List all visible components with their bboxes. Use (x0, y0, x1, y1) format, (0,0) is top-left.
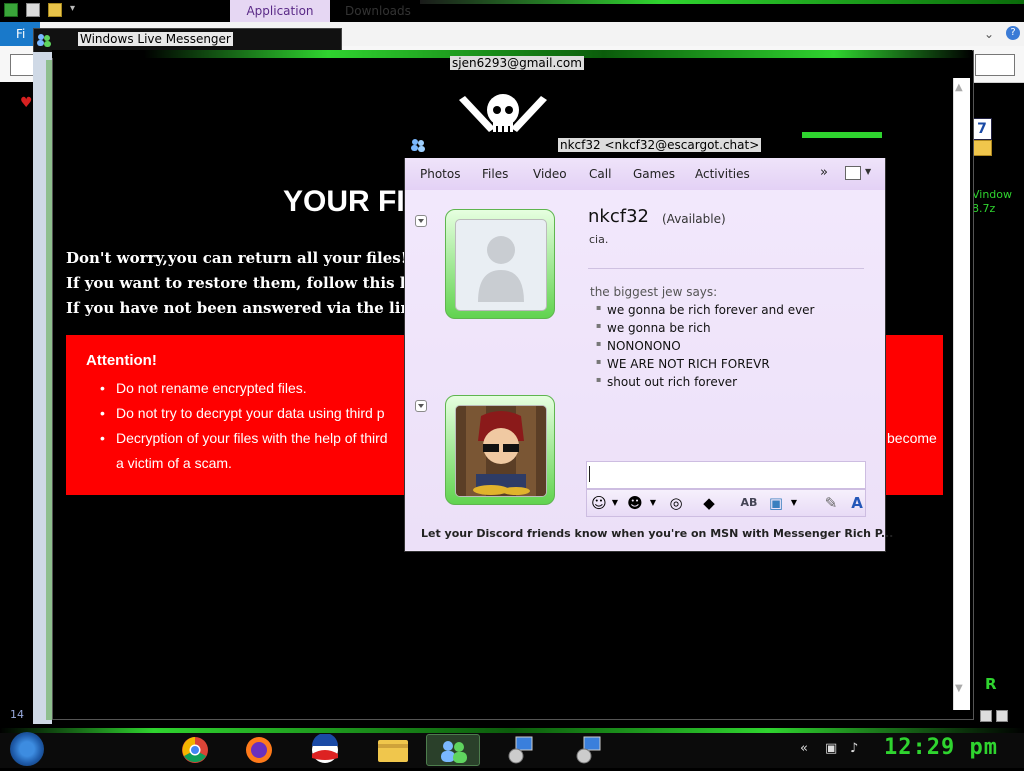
voice-clip-icon[interactable]: ◆ (700, 494, 718, 512)
ransom-line-2: If you want to restore them, follow this… (66, 274, 438, 292)
font-icon[interactable]: A (848, 494, 866, 512)
tray-logo-text: R (985, 675, 997, 693)
collapse-contact-icon[interactable] (415, 215, 427, 227)
start-button[interactable] (10, 732, 44, 766)
desktop-7zip-icon[interactable]: 7 (972, 118, 992, 140)
status-item-count: 14 (10, 708, 24, 721)
toolbar-photos[interactable]: Photos (420, 167, 460, 181)
help-icon[interactable]: ? (1006, 26, 1020, 40)
toolbar-games[interactable]: Games (633, 167, 675, 181)
input-caret (589, 466, 590, 482)
attention-item-2: Do not try to decrypt your data using th… (100, 405, 384, 421)
wink-dropdown-icon[interactable]: ▼ (644, 494, 662, 512)
firefox-icon (246, 737, 272, 763)
search-input[interactable] (975, 54, 1015, 76)
wink-icon[interactable]: ☻ (626, 494, 644, 512)
default-user-icon (478, 236, 524, 302)
taskbar-messenger[interactable] (426, 734, 480, 766)
explorer-nav-pane (0, 82, 34, 732)
handwriting-icon[interactable]: AB (740, 494, 758, 512)
pen-icon[interactable]: ✎ (822, 494, 840, 512)
top-strip (0, 0, 1024, 22)
toolbar-call[interactable]: Call (589, 167, 611, 181)
taskbar-explorer[interactable] (366, 734, 420, 766)
self-avatar[interactable] (445, 395, 555, 505)
scroll-up-icon[interactable]: ▲ (955, 82, 963, 93)
emoticon-dropdown-icon[interactable]: ▼ (606, 494, 624, 512)
avatar-picture-icon (456, 406, 546, 496)
message-input[interactable] (586, 461, 866, 489)
skull-crossbones-icon (459, 94, 547, 132)
message-line: we gonna be rich forever and ever (596, 303, 815, 317)
volume-icon[interactable]: ♪ (850, 741, 858, 756)
properties-icon[interactable] (26, 3, 40, 17)
desktop-file-label: Vindow 8.7z (972, 188, 1013, 215)
toolbar-more-icon[interactable]: » (820, 165, 828, 180)
scroll-down-icon[interactable]: ▼ (955, 683, 963, 694)
attention-item-3: Decryption of your files with the help o… (100, 430, 388, 446)
taskbar-chrome[interactable] (168, 734, 222, 766)
message-line: NONONONO (596, 339, 681, 353)
chat-window-title: nkcf32 <nkcf32@escargot.chat> (558, 138, 762, 152)
taskbar-green-accent (0, 728, 1024, 733)
nudge-icon[interactable]: ◎ (667, 494, 685, 512)
chat-buddy-icon (411, 139, 425, 152)
messenger-buddy-icon (37, 34, 51, 47)
folder-icon (378, 740, 408, 762)
installer-icon (576, 736, 601, 764)
taskbar-firefox[interactable] (232, 734, 286, 766)
attention-item-3-tail: become (887, 430, 937, 446)
background-icon[interactable]: ▣ (767, 494, 785, 512)
desktop-folder-icon[interactable] (972, 140, 992, 156)
right-mini-icons (980, 710, 1008, 722)
messenger-icon (441, 741, 467, 763)
toolbar-menu-dropdown-icon[interactable]: ▼ (865, 167, 871, 176)
header-divider (588, 268, 864, 269)
view-details-icon[interactable] (980, 710, 992, 722)
taskbar-circle-app[interactable] (298, 733, 352, 766)
attention-item-3-wrap: a victim of a scam. (116, 455, 232, 471)
collapse-self-icon[interactable] (415, 400, 427, 412)
quick-access-toolbar: ▾ (4, 3, 75, 17)
contact-status: (Available) (662, 212, 726, 226)
ribbon-tab-application-tools[interactable]: Application Tools (230, 0, 330, 40)
vertical-scrollbar[interactable] (953, 78, 970, 710)
favorites-heart-icon[interactable]: ♥ (20, 95, 33, 111)
toolbar-menu-icon[interactable] (845, 166, 861, 180)
qa-dropdown-icon[interactable]: ▾ (70, 3, 75, 17)
messenger-window-title: Windows Live Messenger (78, 32, 233, 46)
tray-chevron-icon[interactable]: « (800, 741, 808, 756)
contact-personal-message: cia. (589, 233, 609, 246)
attention-title: Attention! (86, 352, 157, 369)
toolbar-video[interactable]: Video (533, 167, 567, 181)
address-bar[interactable] (10, 54, 34, 76)
contact-name: nkcf32 (588, 206, 649, 227)
circle-logo-icon (312, 733, 338, 763)
account-email: sjen6293@gmail.com (450, 56, 584, 70)
view-tiles-icon[interactable] (996, 710, 1008, 722)
new-folder-icon[interactable] (48, 3, 62, 17)
background-dropdown-icon[interactable]: ▼ (785, 494, 803, 512)
ransom-line-3: If you have not been answered via the li… (66, 299, 446, 317)
message-line: WE ARE NOT RICH FOREVR (596, 357, 770, 371)
toolbar-files[interactable]: Files (482, 167, 508, 181)
message-line: we gonna be rich (596, 321, 711, 335)
ribbon-tab-downloads[interactable]: Downloads (345, 0, 411, 22)
ransom-title: YOUR FI (283, 185, 405, 218)
contact-avatar[interactable] (445, 209, 555, 319)
taskbar-clock[interactable]: 12:29 pm (884, 735, 998, 760)
installer-icon (508, 736, 533, 764)
taskbar-installer-1[interactable] (494, 734, 548, 766)
ad-banner[interactable]: Let your Discord friends know when you'r… (421, 527, 893, 540)
message-sender-line: the biggest jew says: (590, 285, 718, 299)
network-icon[interactable]: ▣ (825, 741, 837, 756)
message-line: shout out rich forever (596, 375, 737, 389)
attention-item-1: Do not rename encrypted files. (100, 380, 307, 396)
app-icon[interactable] (4, 3, 18, 17)
chrome-icon (182, 737, 208, 763)
ransom-line-1: Don't worry,you can return all your file… (66, 249, 408, 267)
toolbar-activities[interactable]: Activities (695, 167, 750, 181)
chevron-down-icon[interactable]: ⌄ (984, 27, 994, 41)
taskbar-installer-2[interactable] (562, 734, 616, 766)
